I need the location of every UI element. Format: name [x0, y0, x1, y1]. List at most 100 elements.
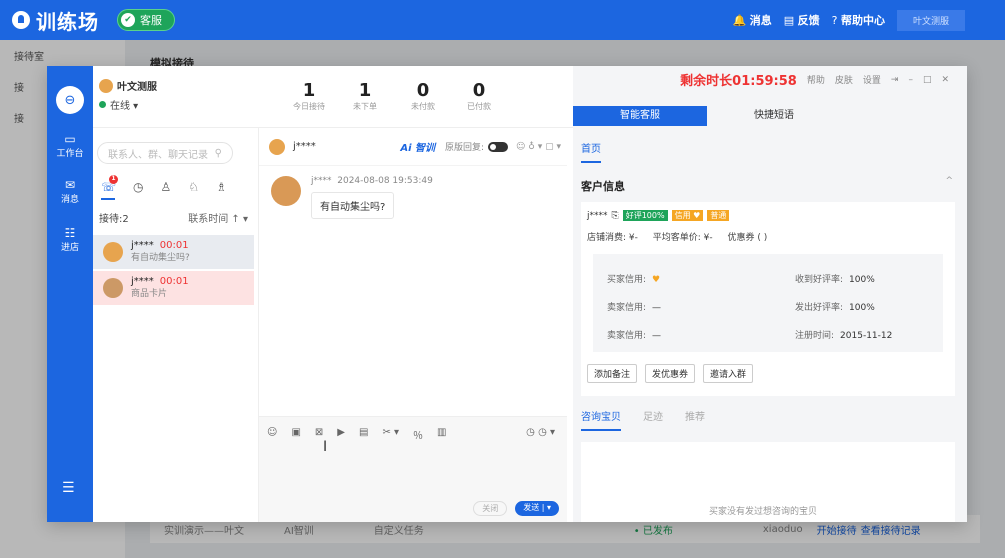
- maximize-icon[interactable]: □: [923, 75, 932, 85]
- original-reply-toggle[interactable]: [488, 141, 509, 152]
- rail-item-messages[interactable]: ✉ 消息: [47, 178, 93, 205]
- rail-item-workbench[interactable]: ▭ 工作台: [47, 132, 93, 159]
- history-icon[interactable]: ◷ ◷ ▾: [526, 427, 555, 442]
- assistant-tabs: 智能客服 快捷短语: [573, 106, 967, 126]
- chat-header: j**** Ai 智训 原版回复: ☺ ♁ ▾ ▢ ▾: [259, 128, 567, 166]
- agent-name: 叶文测服: [99, 78, 157, 93]
- rail-item-label: 进店: [60, 243, 79, 253]
- feedback-label: 反馈: [797, 14, 820, 27]
- conversation-item[interactable]: j**** 00:01 商品卡片: [93, 271, 254, 305]
- person-icon[interactable]: ♙: [161, 180, 172, 194]
- chat-header-tools[interactable]: ☺ ♁ ▾ ▢ ▾: [516, 142, 561, 152]
- help-center-link[interactable]: ? 帮助中心: [832, 12, 885, 28]
- stat-unpaid[interactable]: 0 未付款: [411, 80, 435, 112]
- copy-icon[interactable]: ⎘: [612, 211, 619, 221]
- file-icon[interactable]: ▤: [359, 427, 368, 442]
- receiving-count: 接待:2: [99, 214, 129, 225]
- invite-group-button[interactable]: 邀请入群: [703, 364, 754, 383]
- messages-link[interactable]: 🔔 消息: [733, 12, 772, 28]
- sort-dropdown[interactable]: 联系时间 ↑ ▾: [188, 210, 248, 225]
- help-link[interactable]: 帮助: [807, 73, 825, 86]
- skin-link[interactable]: 皮肤: [835, 73, 853, 86]
- search-input[interactable]: 联系人、群、聊天记录 ⚲: [97, 142, 233, 164]
- rail-item-store[interactable]: ☷ 进店: [47, 226, 93, 253]
- chat-panel: j**** Ai 智训 原版回复: ☺ ♁ ▾ ▢ ▾ j**** 2024-0…: [259, 128, 567, 522]
- customer-info-card: j**** ⎘ 好评100% 信用 ♥ 普通 店铺消费: ¥- 平均客单价: ¥…: [581, 202, 955, 396]
- sender-avatar: [271, 176, 301, 206]
- workbench-modal: ⊖ ▭ 工作台 ✉ 消息 ☷ 进店 ☰ 叶文测服 在线 ▾ 1 今日接待 1 未下单 0未…: [47, 66, 967, 522]
- agent-status-text: 在线 ▾: [110, 101, 139, 112]
- stat-value: 0: [472, 80, 486, 101]
- contact-avatar: [103, 242, 123, 262]
- timer-bar: 剩余时长01:59:58 帮助 皮肤 设置 ⇥ – □ ✕: [680, 70, 959, 89]
- percent-icon[interactable]: ％: [413, 427, 423, 442]
- settings-link[interactable]: 设置: [863, 73, 881, 86]
- conversation-list-panel: 联系人、群、聊天记录 ⚲ ☏ 1 ◷ ♙ ♘ ♗ 接待:2 联系时间 ↑ ▾ j*…: [93, 128, 259, 522]
- minimize-icon[interactable]: –: [908, 75, 913, 85]
- text-cursor-icon: I: [323, 439, 328, 455]
- card-icon[interactable]: ▥: [437, 427, 446, 442]
- conversation-timer: 00:01: [159, 240, 189, 251]
- stat-label: 未下单: [353, 102, 377, 111]
- top-navigation-bar: 训练场 ✔ 客服 🔔 消息 ▤ 反馈 ? 帮助中心 叶文测服: [0, 0, 1005, 40]
- customer-service-label: 客服: [140, 14, 162, 27]
- unread-badge: 1: [109, 175, 118, 184]
- tab-quick-phrases[interactable]: 快捷短语: [707, 106, 841, 126]
- sent-rate: 发出好评率: 100%: [795, 300, 875, 313]
- buyer-credit: 买家信用: ♥: [607, 272, 660, 285]
- conversation-timer: 00:01: [159, 276, 189, 287]
- image-icon[interactable]: ▣: [291, 427, 300, 442]
- tab-recommend[interactable]: 推荐: [685, 408, 705, 431]
- contact-name: j****: [131, 276, 154, 287]
- tab-home[interactable]: 首页: [581, 140, 601, 163]
- brand-logo: 训练场: [12, 6, 99, 35]
- stat-paid[interactable]: 0 已付款: [467, 80, 491, 112]
- video-icon[interactable]: ▶: [337, 427, 345, 442]
- customer-id: j****: [587, 210, 608, 221]
- kv-key: 卖家信用:: [607, 303, 647, 313]
- menu-icon[interactable]: ☰: [62, 480, 75, 496]
- pin-icon[interactable]: ⇥: [891, 75, 899, 85]
- message-sender: j****: [311, 176, 332, 186]
- location-pin-icon: [12, 11, 30, 29]
- credit-tag: 信用 ♥: [671, 210, 704, 221]
- message-bubble: 有自动集尘吗?: [311, 192, 395, 219]
- chat-contact-name: j****: [293, 141, 316, 152]
- rail-avatar-icon[interactable]: ⊖: [56, 86, 84, 114]
- conversation-item[interactable]: j**** 00:01 有自动集尘吗?: [93, 235, 254, 269]
- kv-key: 注册时间:: [795, 331, 835, 341]
- agent-avatar: [99, 78, 113, 93]
- remaining-time: 剩余时长01:59:58: [680, 74, 797, 89]
- message-item: j**** 2024-08-08 19:53:49 有自动集尘吗?: [271, 176, 567, 219]
- emoji-icon[interactable]: ☺: [267, 427, 277, 442]
- clock-icon[interactable]: ◷: [133, 180, 143, 194]
- assistant-panel: 剩余时长01:59:58 帮助 皮肤 设置 ⇥ – □ ✕ 智能客服 快捷短语 …: [573, 66, 967, 522]
- stat-label: 未付款: [411, 102, 435, 111]
- close-button[interactable]: 关闭: [473, 501, 508, 516]
- tab-inquiry-items[interactable]: 咨询宝贝: [581, 408, 621, 431]
- agent-status-dropdown[interactable]: 在线 ▾: [99, 97, 157, 112]
- org-icon[interactable]: ♗: [216, 180, 227, 194]
- scissors-icon[interactable]: ✂ ▾: [382, 427, 399, 442]
- send-coupon-button[interactable]: 发优惠券: [645, 364, 696, 383]
- received-rate: 收到好评率: 100%: [795, 272, 875, 285]
- chat-bubble-icon[interactable]: ☏ 1: [101, 175, 118, 200]
- avg-order-price: 平均客单价: ¥-: [652, 233, 713, 243]
- tab-smart-service[interactable]: 智能客服: [573, 106, 707, 126]
- stat-today-received[interactable]: 1 今日接待: [293, 80, 325, 112]
- tab-footprint[interactable]: 足迹: [643, 408, 663, 431]
- send-button[interactable]: 发送 | ▾: [515, 501, 559, 516]
- collapse-icon[interactable]: ^: [945, 176, 953, 186]
- user-menu[interactable]: 叶文测服: [896, 9, 965, 31]
- kv-key: 收到好评率:: [795, 275, 844, 285]
- add-note-button[interactable]: 添加备注: [587, 364, 638, 383]
- group-icon[interactable]: ♘: [188, 180, 199, 194]
- feedback-link[interactable]: ▤ 反馈: [784, 12, 820, 28]
- message-icon: ✉: [64, 178, 76, 192]
- customer-service-switch[interactable]: ✔ 客服: [117, 9, 175, 31]
- kv-key: 卖家信用:: [607, 331, 647, 341]
- stat-not-ordered[interactable]: 1 未下单: [353, 80, 377, 112]
- rail-item-label: 工作台: [56, 149, 84, 159]
- message-composer[interactable]: ☺ ▣ ⊠ ▶ ▤ ✂ ▾ ％ ▥ ◷ ◷ ▾ I 关闭 发送 | ▾: [259, 416, 567, 522]
- close-icon[interactable]: ✕: [941, 75, 949, 85]
